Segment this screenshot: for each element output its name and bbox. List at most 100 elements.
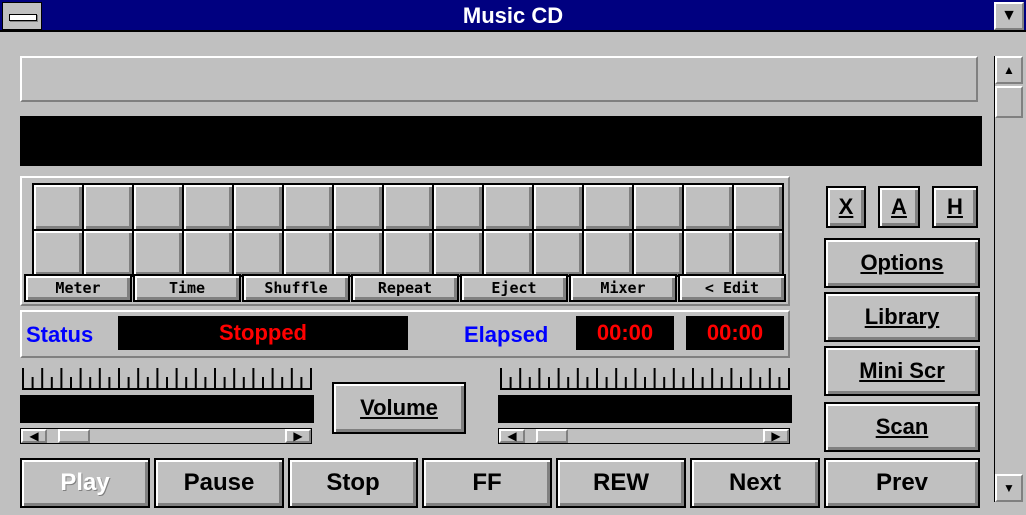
status-display: Stopped — [118, 316, 408, 350]
scroll-thumb[interactable] — [995, 86, 1023, 118]
track-preset-button[interactable] — [32, 183, 84, 231]
volume-button[interactable]: Volume — [332, 382, 466, 434]
track-preset-button[interactable] — [632, 229, 684, 277]
status-label: Status — [26, 322, 94, 347]
track-preset-button[interactable] — [32, 229, 84, 277]
track-preset-button[interactable] — [432, 183, 484, 231]
prev-label: Prev — [875, 469, 929, 496]
library-label: Library — [864, 304, 940, 329]
track-preset-button[interactable] — [332, 183, 384, 231]
ff-button[interactable]: FF — [422, 458, 552, 508]
h-button[interactable]: H — [932, 186, 978, 228]
repeat-label: Repeat — [377, 279, 433, 297]
right-slider-left-button[interactable]: ◀ — [499, 429, 525, 443]
mini-scr-label: Mini Scr — [859, 358, 945, 383]
right-slider-right-button[interactable]: ▶ — [763, 429, 789, 443]
track-preset-button[interactable] — [632, 183, 684, 231]
scroll-up-button[interactable]: ▲ — [995, 56, 1023, 84]
track-preset-button[interactable] — [232, 229, 284, 277]
track-preset-button[interactable] — [132, 183, 184, 231]
elapsed-label: Elapsed — [464, 322, 549, 347]
mini-screen-button[interactable]: Mini Scr — [824, 346, 980, 396]
play-button[interactable]: Play — [20, 458, 150, 508]
close-x-button[interactable]: X — [826, 186, 866, 228]
track-preset-button[interactable] — [182, 183, 234, 231]
left-level-meter — [20, 395, 314, 423]
track-preset-button[interactable] — [282, 183, 334, 231]
right-meter-scale — [498, 362, 792, 392]
shuffle-label: Shuffle — [264, 279, 328, 297]
pause-label: Pause — [183, 469, 255, 496]
arrow-left-icon: ◀ — [507, 429, 517, 443]
toggle-row: Meter Time Shuffle Repeat Eject Mixer < Edit — [24, 274, 786, 302]
transport-row: Play Pause Stop FF REW Next Prev — [20, 458, 982, 508]
time-label: Time — [168, 279, 206, 297]
track-preset-button[interactable] — [82, 229, 134, 277]
track-preset-button[interactable] — [532, 229, 584, 277]
scan-label: Scan — [875, 414, 929, 439]
meter-label: Meter — [55, 279, 101, 297]
right-level-meter — [498, 395, 792, 423]
disc-title-bar — [20, 56, 978, 102]
track-preset-button[interactable] — [282, 229, 334, 277]
meter-button[interactable]: Meter — [24, 274, 132, 302]
repeat-button[interactable]: Repeat — [351, 274, 459, 302]
options-label: Options — [860, 250, 944, 275]
edit-button[interactable]: < Edit — [678, 274, 786, 302]
a-button[interactable]: A — [878, 186, 920, 228]
track-preset-button[interactable] — [332, 229, 384, 277]
prev-button[interactable]: Prev — [824, 458, 980, 508]
system-menu-button[interactable] — [2, 2, 42, 30]
options-button[interactable]: Options — [824, 238, 980, 288]
vertical-scrollbar[interactable] — [994, 56, 1024, 502]
track-info-display — [20, 116, 982, 166]
scroll-down-button[interactable]: ▼ — [995, 474, 1023, 502]
rew-label: REW — [593, 469, 649, 496]
track-preset-button[interactable] — [382, 229, 434, 277]
library-button[interactable]: Library — [824, 292, 980, 342]
track-preset-button[interactable] — [82, 183, 134, 231]
track-preset-button[interactable] — [732, 229, 784, 277]
play-label: Play — [60, 469, 110, 496]
minimize-button[interactable]: ▼ — [994, 2, 1024, 30]
track-preset-button[interactable] — [582, 183, 634, 231]
track-preset-button[interactable] — [482, 183, 534, 231]
stop-label: Stop — [326, 469, 380, 496]
track-preset-button[interactable] — [732, 183, 784, 231]
right-slider-thumb[interactable] — [536, 429, 569, 443]
ff-label: FF — [472, 469, 502, 496]
elapsed-time-display: 00:00 — [576, 316, 674, 350]
track-preset-button[interactable] — [382, 183, 434, 231]
track-preset-button[interactable] — [182, 229, 234, 277]
left-slider-right-button[interactable]: ▶ — [285, 429, 311, 443]
track-preset-button[interactable] — [482, 229, 534, 277]
track-preset-button[interactable] — [682, 229, 734, 277]
eject-button[interactable]: Eject — [460, 274, 568, 302]
shuffle-button[interactable]: Shuffle — [242, 274, 350, 302]
track-preset-button[interactable] — [132, 229, 184, 277]
track-preset-button[interactable] — [232, 183, 284, 231]
stop-button[interactable]: Stop — [288, 458, 418, 508]
arrow-down-icon: ▼ — [1003, 481, 1015, 495]
time-button[interactable]: Time — [133, 274, 241, 302]
mixer-button[interactable]: Mixer — [569, 274, 677, 302]
arrow-up-icon: ▲ — [1003, 63, 1015, 77]
left-slider-thumb[interactable] — [58, 429, 91, 443]
track-preset-button[interactable] — [432, 229, 484, 277]
arrow-right-icon: ▶ — [771, 429, 781, 443]
pause-button[interactable]: Pause — [154, 458, 284, 508]
next-label: Next — [728, 469, 782, 496]
edit-label: < Edit — [704, 279, 760, 297]
volume-label: Volume — [360, 395, 438, 420]
rew-button[interactable]: REW — [556, 458, 686, 508]
track-preset-button[interactable] — [582, 229, 634, 277]
left-slider-left-button[interactable]: ◀ — [21, 429, 47, 443]
left-meter-scale — [20, 362, 314, 392]
track-preset-button[interactable] — [532, 183, 584, 231]
window-title: Music CD — [462, 3, 564, 28]
scan-button[interactable]: Scan — [824, 402, 980, 452]
minimize-icon: ▼ — [1001, 7, 1017, 24]
track-preset-button[interactable] — [682, 183, 734, 231]
mixer-label: Mixer — [600, 279, 646, 297]
next-button[interactable]: Next — [690, 458, 820, 508]
